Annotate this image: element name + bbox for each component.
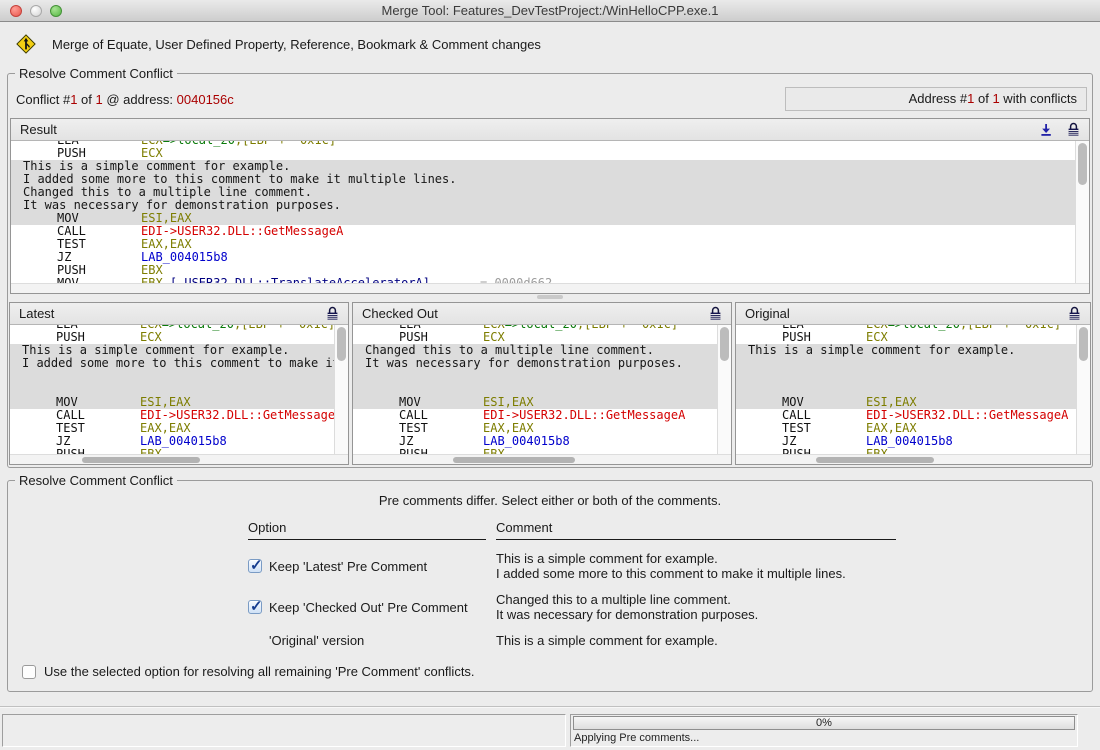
lock-icon[interactable] — [326, 306, 339, 321]
blank-line — [736, 370, 1090, 383]
panel-checked-out: Checked Out LEAECX=>local_20,[EBP + -0x1c… — [352, 302, 732, 465]
option-row: 'Original' version This is a simple comme… — [248, 633, 896, 648]
comment-line: I added some more to this comment to mak… — [10, 357, 348, 370]
vertical-scrollbar[interactable] — [334, 325, 348, 454]
option-column-header: Option — [248, 520, 486, 540]
result-listing: LEAECX=>local_20,[EBP + -0x1c]PUSHECXThi… — [11, 141, 1089, 283]
compare-panels-row: Latest LEAECX=>local_20,[EBP + -0x1c]PUSH… — [9, 302, 1091, 465]
lock-icon[interactable] — [1068, 306, 1081, 321]
option-comment: This is a simple comment for example. — [496, 633, 896, 648]
group-title: Resolve Comment Conflict — [15, 473, 177, 488]
resolve-conflict-options-group: Resolve Comment Conflict Pre comments di… — [7, 480, 1093, 692]
use-for-all-checkbox[interactable] — [22, 665, 36, 679]
horizontal-scrollbar[interactable] — [10, 454, 348, 464]
window-titlebar: Merge Tool: Features_DevTestProject:/Win… — [0, 0, 1100, 22]
splitter-handle[interactable] — [537, 295, 563, 299]
scrollbar-thumb[interactable] — [1078, 143, 1087, 185]
vertical-scrollbar[interactable] — [717, 325, 731, 454]
option-comment: This is a simple comment for example.I a… — [496, 551, 896, 581]
merge-sign-icon — [16, 34, 36, 54]
comment-line: This is a simple comment for example. — [736, 344, 1090, 357]
panel-title: Checked Out — [362, 306, 438, 321]
comment-line: It was necessary for demonstration purpo… — [353, 357, 731, 370]
option-label: 'Original' version — [269, 633, 364, 648]
resolve-conflict-top-group: Resolve Comment Conflict Conflict #1 of … — [7, 73, 1093, 468]
checked-out-listing: LEAECX=>local_20,[EBP + -0x1c]PUSHECXCha… — [353, 325, 731, 454]
vertical-scrollbar[interactable] — [1076, 325, 1090, 454]
option-label: Keep 'Checked Out' Pre Comment — [269, 600, 468, 615]
option-label: Keep 'Latest' Pre Comment — [269, 559, 427, 574]
panel-title: Original — [745, 306, 790, 321]
checked-out-panel-header: Checked Out — [353, 303, 731, 325]
option-table: Option Comment Keep 'Latest' Pre Comment… — [248, 520, 896, 648]
conflict-instruction: Pre comments differ. Select either or bo… — [20, 493, 1080, 508]
group-title: Resolve Comment Conflict — [15, 66, 177, 81]
horizontal-scrollbar[interactable] — [736, 454, 1090, 464]
option-comment: Changed this to a multiple line comment.… — [496, 592, 896, 622]
goto-result-icon[interactable] — [1039, 123, 1053, 137]
zoom-window-icon[interactable] — [50, 5, 62, 17]
code-line: JZLAB_004015b8 — [736, 435, 1090, 448]
option-row: Keep 'Latest' Pre Comment This is a simpl… — [248, 551, 896, 581]
result-panel-header: Result — [11, 119, 1089, 141]
horizontal-scrollbar[interactable] — [11, 283, 1089, 293]
use-for-all-label: Use the selected option for resolving al… — [44, 664, 475, 679]
scrollbar-thumb[interactable] — [337, 327, 346, 361]
comment-column-header: Comment — [496, 520, 896, 540]
progress-message: Applying Pre comments... — [573, 732, 1075, 744]
latest-panel-header: Latest — [10, 303, 348, 325]
lock-icon[interactable] — [1067, 122, 1080, 137]
vertical-scrollbar[interactable] — [1075, 141, 1089, 283]
panel-latest: Latest LEAECX=>local_20,[EBP + -0x1c]PUSH… — [9, 302, 349, 465]
panel-title: Latest — [19, 306, 54, 321]
scrollbar-thumb[interactable] — [453, 457, 575, 463]
code-line: JZLAB_004015b8 — [11, 251, 1089, 264]
progress-bar: 0% — [573, 716, 1075, 730]
merge-phase-message: Merge of Equate, User Defined Property, … — [52, 37, 541, 52]
panel-title: Result — [20, 122, 57, 137]
panel-original: Original LEAECX=>local_20,[EBP + -0x1c]PU… — [735, 302, 1091, 465]
status-bar: 0% Applying Pre comments... — [0, 706, 1100, 750]
keep-checked-out-pre-comment-checkbox[interactable] — [248, 600, 262, 614]
latest-listing: LEAECX=>local_20,[EBP + -0x1c]PUSHECXThi… — [10, 325, 348, 454]
minimize-window-icon[interactable] — [30, 5, 42, 17]
scrollbar-thumb[interactable] — [82, 457, 200, 463]
lock-icon[interactable] — [709, 306, 722, 321]
horizontal-scrollbar[interactable] — [353, 454, 731, 464]
conflict-counter: Conflict #1 of 1 @ address: 0040156c — [16, 92, 234, 107]
original-listing: LEAECX=>local_20,[EBP + -0x1c]PUSHECXThi… — [736, 325, 1090, 454]
address-conflict-counter: Address #1 of 1 with conflicts — [785, 87, 1087, 111]
scrollbar-thumb[interactable] — [816, 457, 934, 463]
window-title: Merge Tool: Features_DevTestProject:/Win… — [382, 3, 719, 18]
option-row: Keep 'Checked Out' Pre Comment Changed th… — [248, 592, 896, 622]
original-panel-header: Original — [736, 303, 1090, 325]
code-line: JZLAB_004015b8 — [10, 435, 348, 448]
code-line: PUSHEBX — [11, 264, 1089, 277]
result-panel: Result LEAECX=>local — [10, 118, 1090, 294]
close-window-icon[interactable] — [10, 5, 22, 17]
blank-line — [10, 370, 348, 383]
code-line: JZLAB_004015b8 — [353, 435, 731, 448]
scrollbar-thumb[interactable] — [1079, 327, 1088, 361]
progress-area: 0% Applying Pre comments... — [570, 714, 1078, 747]
keep-latest-pre-comment-checkbox[interactable] — [248, 559, 262, 573]
blank-line — [736, 357, 1090, 370]
status-message-area — [2, 714, 566, 747]
scrollbar-thumb[interactable] — [720, 327, 729, 361]
merge-phase-bar: Merge of Equate, User Defined Property, … — [0, 22, 1100, 63]
blank-line — [353, 370, 731, 383]
